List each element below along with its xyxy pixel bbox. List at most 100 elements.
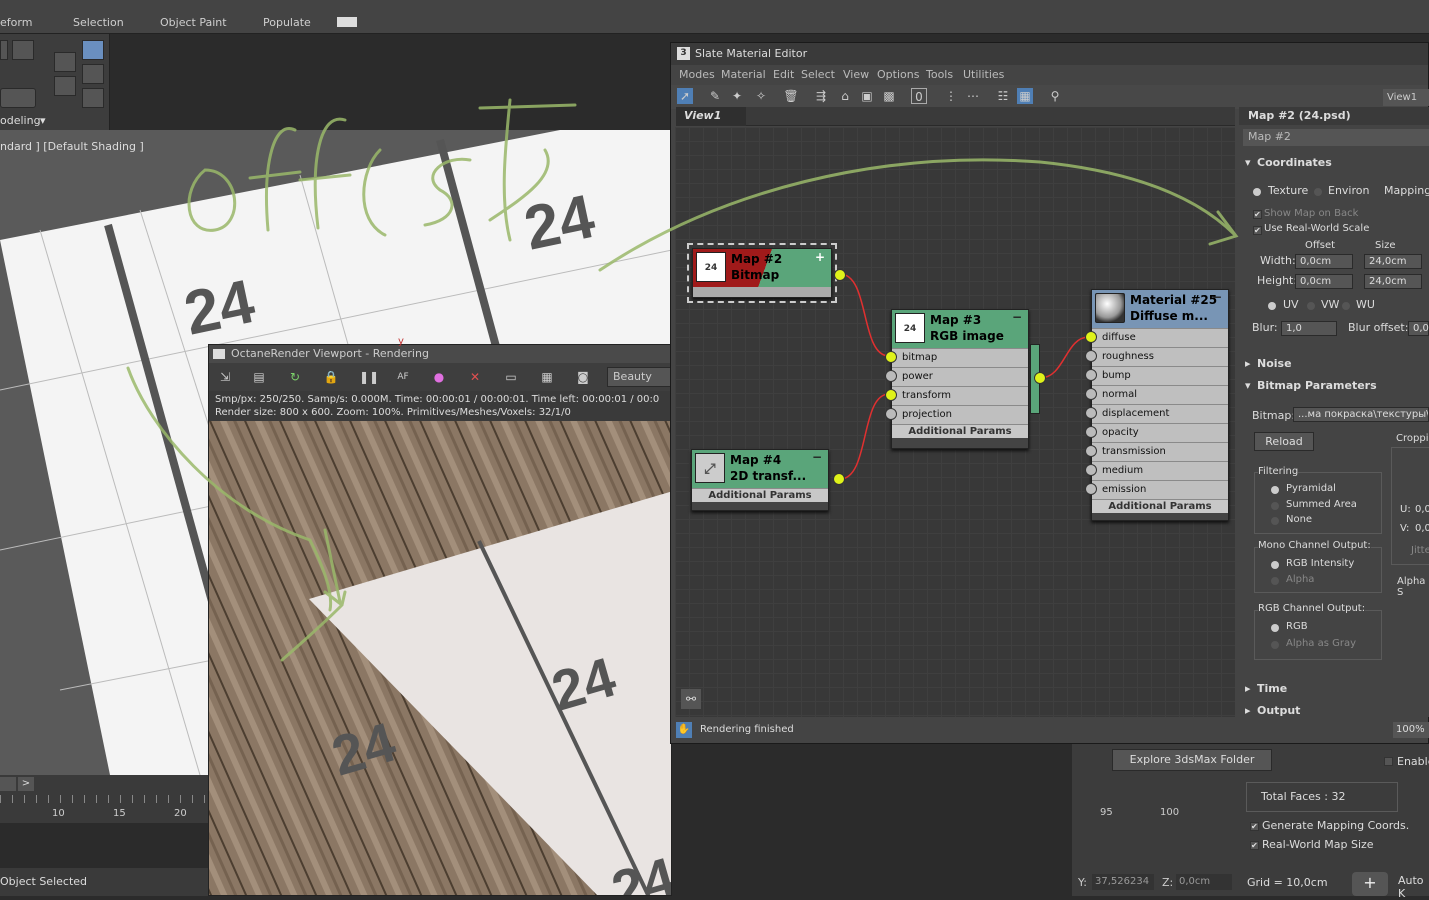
slot-medium[interactable]: medium: [1092, 461, 1228, 480]
tool-button[interactable]: [0, 40, 8, 60]
rgb-radio[interactable]: [1271, 624, 1279, 632]
rollout-coordinates-arrow[interactable]: ▾: [1245, 156, 1251, 169]
generate-mapping-checkbox[interactable]: ✔: [1250, 822, 1259, 831]
rollout-time-arrow[interactable]: ▸: [1245, 682, 1251, 695]
calendar-icon[interactable]: ▦: [539, 369, 555, 385]
toggle-button[interactable]: [0, 88, 36, 108]
input-socket[interactable]: [1085, 350, 1097, 362]
menu-material[interactable]: Material: [721, 68, 766, 81]
color-picker-icon[interactable]: ●: [431, 369, 447, 385]
collapse-icon[interactable]: −: [1012, 310, 1022, 324]
height-offset-spinner[interactable]: 0,0cm: [1295, 274, 1353, 289]
rollout-noise[interactable]: Noise: [1257, 357, 1292, 370]
map-name-field[interactable]: Map #2: [1243, 129, 1429, 146]
tab-populate[interactable]: Populate: [263, 16, 311, 29]
vw-radio[interactable]: [1307, 302, 1315, 310]
enable-checkbox[interactable]: [1384, 757, 1393, 766]
pause-icon[interactable]: ❚❚: [359, 369, 379, 385]
modeling-label[interactable]: odeling: [0, 114, 41, 127]
input-socket[interactable]: [1085, 426, 1097, 438]
node-material25-diffuse[interactable]: Material #25 Diffuse m... − diffuse rough…: [1085, 289, 1229, 521]
bitmap-path-button[interactable]: ...ма покраска\текстуры\: [1293, 407, 1429, 422]
tool-button[interactable]: [54, 52, 76, 72]
environ-radio[interactable]: [1314, 188, 1322, 196]
chevron-down-icon[interactable]: ▾: [40, 114, 46, 127]
show-map-icon[interactable]: ▣: [859, 88, 875, 104]
hand-icon[interactable]: ✋: [676, 722, 692, 738]
pyramidal-radio[interactable]: [1271, 486, 1279, 494]
wu-radio[interactable]: [1342, 302, 1350, 310]
input-socket[interactable]: [1085, 483, 1097, 495]
parameter-editor-icon[interactable]: ☷: [995, 88, 1011, 104]
texture-radio[interactable]: [1253, 188, 1261, 196]
z-coordinate-field[interactable]: 0,0cm: [1176, 874, 1232, 890]
u-value[interactable]: 0,0: [1415, 504, 1429, 515]
rollout-bitmap-params[interactable]: Bitmap Parameters: [1257, 379, 1377, 392]
rollout-bitmap-arrow[interactable]: ▾: [1245, 379, 1251, 392]
refresh-icon[interactable]: ↻: [287, 369, 303, 385]
uv-radio[interactable]: [1268, 302, 1276, 310]
alpha-radio[interactable]: [1271, 577, 1279, 585]
display-icon[interactable]: ▭: [503, 369, 519, 385]
use-real-world-checkbox[interactable]: ✔: [1253, 226, 1262, 235]
tab-view1[interactable]: View1: [676, 107, 746, 126]
layout-children-icon[interactable]: ⋯: [965, 88, 981, 104]
blur-spinner[interactable]: 1,0: [1281, 321, 1337, 336]
region-icon[interactable]: ✕: [467, 369, 483, 385]
input-socket[interactable]: [885, 370, 897, 382]
output-socket[interactable]: [833, 473, 845, 485]
menu-edit[interactable]: Edit: [773, 68, 794, 81]
additional-params[interactable]: Additional Params: [692, 488, 828, 502]
slot-roughness[interactable]: roughness: [1092, 347, 1228, 366]
menu-select[interactable]: Select: [801, 68, 835, 81]
rollout-output-arrow[interactable]: ▸: [1245, 704, 1251, 717]
auto-key-button[interactable]: Auto K: [1398, 874, 1429, 900]
box-icon[interactable]: [12, 40, 34, 60]
input-socket[interactable]: [885, 351, 897, 363]
slot-bump[interactable]: bump: [1092, 366, 1228, 385]
time-slider[interactable]: [0, 777, 16, 791]
add-key-icon[interactable]: +: [1352, 872, 1388, 896]
binoculars-icon[interactable]: ⚯: [681, 689, 701, 709]
slot-diffuse[interactable]: diffuse: [1092, 328, 1228, 347]
layout-icon[interactable]: ⋮: [943, 88, 959, 104]
rollout-time[interactable]: Time: [1257, 682, 1287, 695]
camera-icon[interactable]: ◙: [575, 369, 591, 385]
node-map3-rgb-image[interactable]: 24 Map #3 RGB image − bitmap power transf…: [885, 309, 1046, 449]
tool-button[interactable]: [82, 88, 104, 108]
eyedropper-icon[interactable]: ✎: [707, 88, 723, 104]
slot-normal[interactable]: normal: [1092, 385, 1228, 404]
slot-bitmap[interactable]: bitmap: [892, 348, 1028, 367]
material-browser-icon[interactable]: ▦: [1017, 88, 1033, 104]
alpha-as-gray-radio[interactable]: [1271, 641, 1279, 649]
menu-view[interactable]: View: [843, 68, 869, 81]
show-background-icon[interactable]: ▩: [881, 88, 897, 104]
input-socket[interactable]: [1085, 369, 1097, 381]
collapse-icon[interactable]: −: [1212, 290, 1222, 304]
render-output[interactable]: 24 24 24: [209, 421, 671, 895]
slot-power[interactable]: power: [892, 367, 1028, 386]
render-pass-select[interactable]: Beauty: [607, 367, 671, 387]
rollout-output[interactable]: Output: [1257, 704, 1300, 717]
input-socket[interactable]: [1085, 388, 1097, 400]
menu-options[interactable]: Options: [877, 68, 919, 81]
explore-folder-button[interactable]: Explore 3dsMax Folder: [1112, 749, 1272, 771]
next-frame-icon[interactable]: >: [18, 777, 34, 791]
rgb-intensity-radio[interactable]: [1271, 561, 1279, 569]
menu-modes[interactable]: Modes: [679, 68, 715, 81]
view-select[interactable]: View1: [1383, 89, 1429, 106]
node-map4-2d-transform[interactable]: ⤢ Map #4 2D transf... − Additional Params: [691, 449, 845, 511]
slot-emission[interactable]: emission: [1092, 480, 1228, 499]
output-socket[interactable]: [834, 269, 846, 281]
input-socket[interactable]: [1085, 407, 1097, 419]
delete-icon[interactable]: 🗑: [783, 88, 799, 104]
ribbon-dropdown-icon[interactable]: [337, 17, 357, 27]
move-children-icon[interactable]: ⇶: [813, 88, 829, 104]
viewport-label[interactable]: ndard ] [Default Shading ]: [0, 140, 144, 153]
collapse-icon[interactable]: −: [812, 450, 822, 464]
menu-tools[interactable]: Tools: [926, 68, 953, 81]
slot-transform[interactable]: transform: [892, 386, 1028, 405]
show-map-on-back-checkbox[interactable]: ✔: [1253, 210, 1262, 219]
tab-selection[interactable]: Selection: [73, 16, 124, 29]
octane-title-bar[interactable]: OctaneRender Viewport - Rendering: [209, 345, 671, 363]
